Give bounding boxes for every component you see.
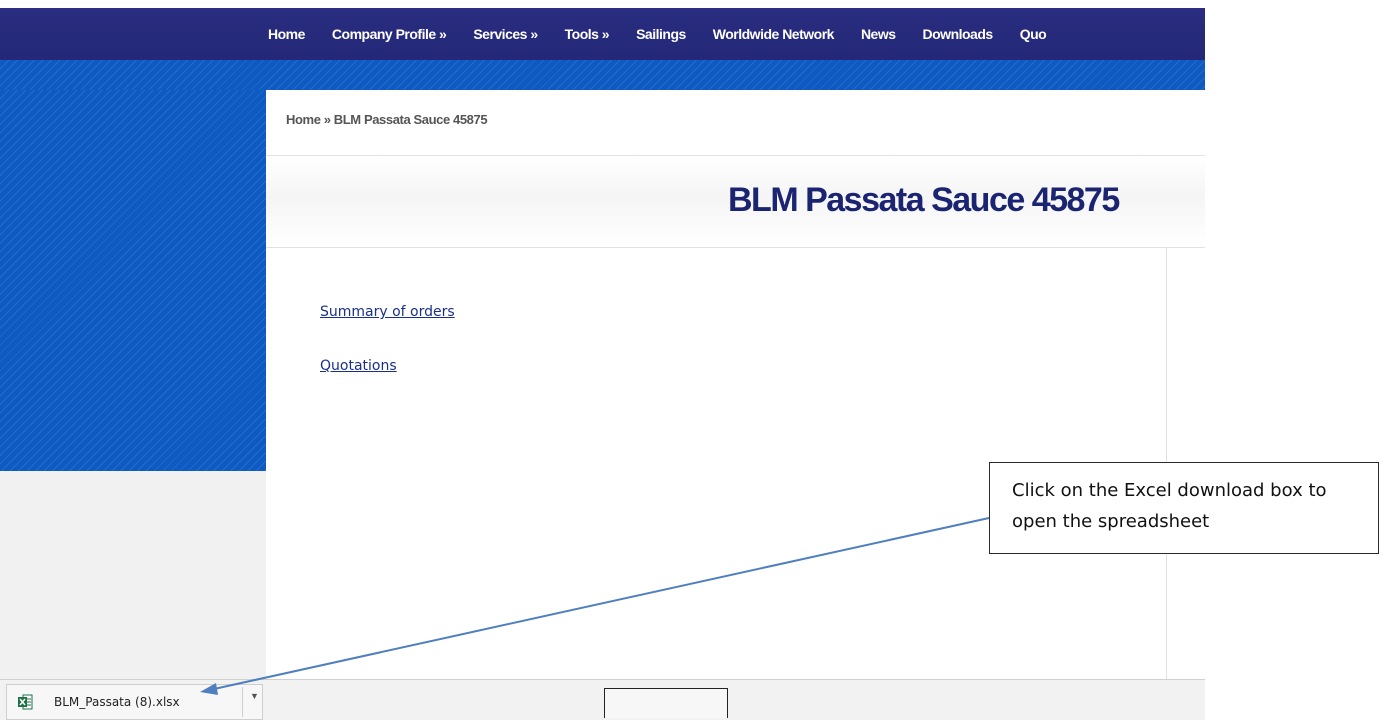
browser-viewport: Home Company Profile » Services » Tools » Sa… <box>0 0 1205 720</box>
main-navigation: Home Company Profile » Services » Tools » Sa… <box>0 8 1205 60</box>
nav-item-tools[interactable]: Tools » <box>565 8 610 60</box>
chevron-down-icon[interactable]: ▼ <box>250 691 259 701</box>
breadcrumb[interactable]: Home » BLM Passata Sauce 45875 <box>286 112 488 127</box>
nav-item-services[interactable]: Services » <box>473 8 538 60</box>
left-gray-area <box>0 471 266 679</box>
quotations-link[interactable]: Quotations <box>320 358 397 374</box>
nav-item-news[interactable]: News <box>861 8 896 60</box>
nav-item-sailings[interactable]: Sailings <box>636 8 686 60</box>
download-item-excel[interactable]: BLM_Passata (8).xlsx ▼ <box>6 684 263 720</box>
download-bar: BLM_Passata (8).xlsx ▼ <box>0 679 1205 720</box>
obscured-tab <box>604 688 728 718</box>
nav-item-company-profile[interactable]: Company Profile » <box>332 8 447 60</box>
title-band: BLM Passata Sauce 45875 <box>266 156 1205 247</box>
callout-annotation-box: Click on the Excel download box to open … <box>989 462 1379 554</box>
content-card: Home » BLM Passata Sauce 45875 BLM Passa… <box>266 90 1205 679</box>
nav-item-worldwide-network[interactable]: Worldwide Network <box>713 8 835 60</box>
divider <box>266 247 1205 248</box>
summary-of-orders-link[interactable]: Summary of orders <box>320 304 455 320</box>
page-title: BLM Passata Sauce 45875 <box>728 181 1120 219</box>
left-decorative-panel <box>0 90 266 471</box>
nav-menu: Home Company Profile » Services » Tools » Sa… <box>268 8 1073 60</box>
nav-item-quotes[interactable]: Quo <box>1020 8 1047 60</box>
callout-text: Click on the Excel download box to open … <box>1012 480 1327 532</box>
download-file-name: BLM_Passata (8).xlsx <box>54 695 180 709</box>
nav-item-home[interactable]: Home <box>268 8 305 60</box>
nav-item-downloads[interactable]: Downloads <box>923 8 994 60</box>
excel-icon <box>18 694 33 710</box>
divider <box>242 687 243 717</box>
header-stripe-band <box>0 60 1205 90</box>
